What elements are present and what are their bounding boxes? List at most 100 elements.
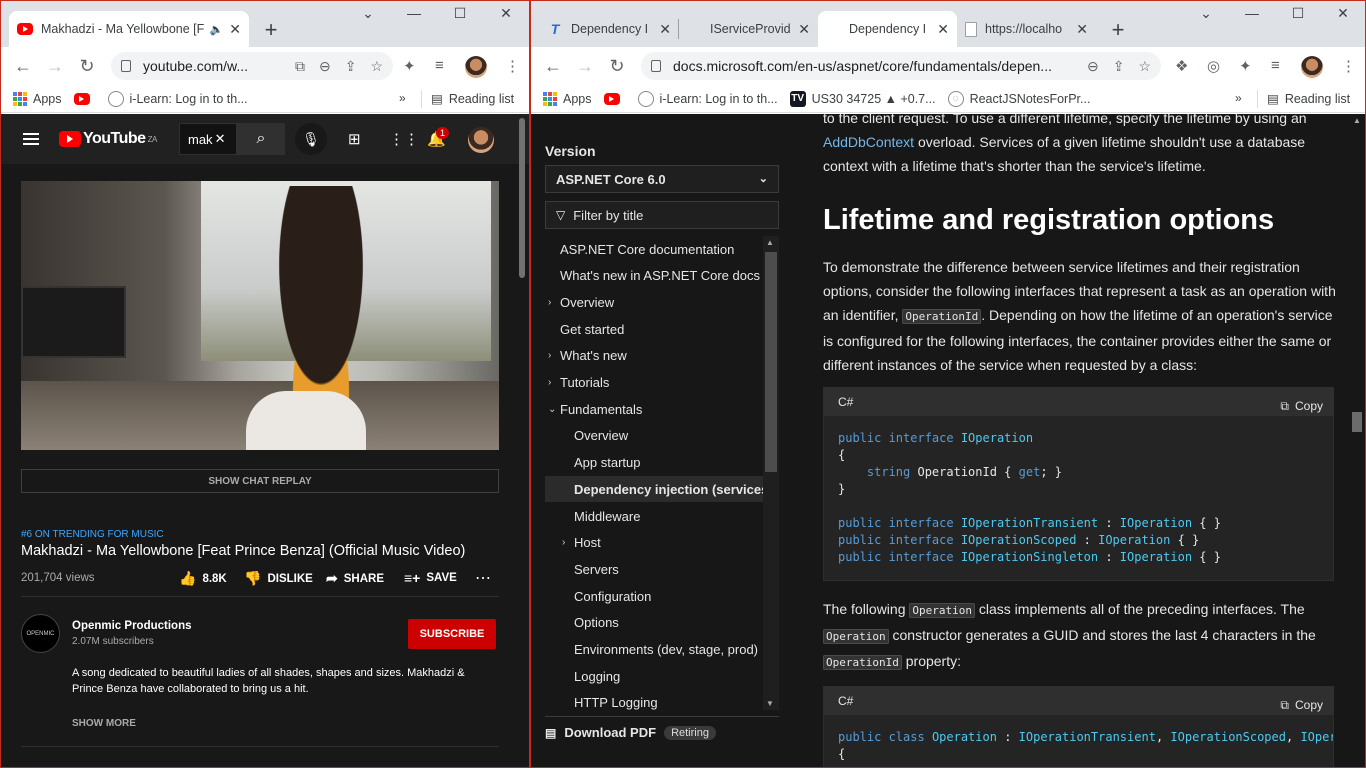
maximize-button[interactable]: ☐ — [445, 5, 475, 22]
tab-localhost[interactable]: https://localho ✕ — [957, 11, 1096, 47]
voice-search-button[interactable]: 🎙 — [295, 123, 327, 155]
address-bar[interactable]: docs.microsoft.com/en-us/aspnet/core/fun… — [641, 52, 1161, 80]
like-button[interactable]: 👍 8.8K — [179, 570, 227, 587]
tab-search-icon[interactable]: ⌄ — [353, 5, 383, 22]
bookmark-apps[interactable]: Apps — [543, 91, 592, 106]
reload-icon[interactable]: ↻ — [601, 56, 633, 77]
media-control-icon[interactable]: ≡ — [1271, 57, 1280, 74]
show-more-button[interactable]: SHOW MORE — [72, 718, 136, 729]
bookmark-youtube[interactable] — [603, 92, 626, 105]
reading-list-button[interactable]: ▤ Reading list — [1267, 91, 1350, 107]
toc-item[interactable]: HTTP Logging — [545, 690, 763, 710]
toc-item[interactable]: Get started — [545, 316, 763, 342]
close-tab-icon[interactable]: ✕ — [1076, 21, 1088, 38]
star-icon[interactable]: ☆ — [1138, 58, 1151, 75]
trending-link[interactable]: #6 ON TRENDING FOR MUSIC — [21, 529, 164, 540]
page-scroll-thumb[interactable] — [1352, 412, 1362, 432]
toc-item[interactable]: What's new in ASP.NET Core docs — [545, 263, 763, 289]
reading-list-button[interactable]: ▤ Reading list — [431, 91, 514, 107]
toc-item[interactable]: › Tutorials — [545, 370, 763, 396]
bookmark-us30[interactable]: TV US30 34725 ▲ +0.7... — [789, 90, 936, 107]
download-pdf-button[interactable]: ▤ Download PDF Retiring — [545, 716, 779, 740]
chevron-right-icon[interactable]: › — [548, 297, 551, 308]
open-in-icon[interactable]: ⧉ — [295, 58, 305, 75]
extensions-icon[interactable]: ✦ — [403, 57, 416, 75]
star-icon[interactable]: ☆ — [370, 58, 383, 75]
toc-item[interactable]: Overview — [545, 423, 763, 449]
extension-icon[interactable]: ❖ — [1175, 57, 1188, 75]
menu-icon[interactable]: ⋮ — [505, 57, 520, 75]
copy-button[interactable]: ⧉ Copy — [1280, 693, 1323, 717]
scroll-up-icon[interactable]: ▲ — [1353, 116, 1361, 125]
show-chat-replay-button[interactable]: SHOW CHAT REPLAY — [21, 469, 499, 493]
toc-item[interactable]: Dependency injection (services) — [545, 476, 763, 503]
profile-avatar[interactable] — [465, 56, 487, 78]
video-player[interactable] — [21, 181, 499, 450]
hamburger-menu-icon[interactable] — [23, 133, 39, 145]
chevron-right-icon[interactable]: › — [562, 537, 565, 548]
close-tab-icon[interactable]: ✕ — [798, 21, 810, 38]
toc-item[interactable]: › What's new — [545, 343, 763, 369]
reload-icon[interactable]: ↻ — [71, 56, 103, 77]
chevron-right-icon[interactable]: › — [548, 377, 551, 388]
menu-icon[interactable]: ⋮ — [1341, 57, 1356, 75]
youtube-logo[interactable]: YouTube ZA — [59, 130, 157, 148]
more-bookmarks-icon[interactable]: » — [1235, 91, 1242, 105]
close-tab-icon[interactable]: ✕ — [937, 21, 949, 38]
bookmark-ilearn[interactable]: i-Learn: Log in to th... — [107, 90, 248, 107]
close-window-button[interactable]: ✕ — [1328, 5, 1358, 22]
toc-item[interactable]: Logging — [545, 663, 763, 689]
address-bar[interactable]: youtube.com/w... ⧉ ⊖ ⇪ ☆ — [111, 52, 393, 80]
close-tab-icon[interactable]: ✕ — [229, 21, 241, 38]
new-tab-button[interactable]: + — [257, 16, 285, 44]
tab-dependency-injection[interactable]: Dependency I ✕ — [818, 11, 957, 47]
zoom-icon[interactable]: ⊖ — [319, 58, 331, 75]
more-actions-icon[interactable]: ⋯ — [475, 568, 491, 588]
bookmark-reactjs[interactable]: ◌ ReactJSNotesForPr... — [947, 90, 1090, 107]
share-icon[interactable]: ⇪ — [1113, 58, 1125, 75]
channel-avatar[interactable]: OPENMIC — [21, 614, 60, 653]
more-bookmarks-icon[interactable]: » — [399, 91, 406, 105]
close-window-button[interactable]: ✕ — [491, 5, 521, 22]
search-button[interactable]: ⌕ — [237, 123, 285, 155]
forward-icon[interactable]: → — [39, 56, 71, 77]
adddbcontext-link[interactable]: AddDbContext — [823, 134, 914, 150]
bookmark-youtube[interactable] — [73, 92, 96, 105]
extension-circle-icon[interactable]: ◎ — [1207, 57, 1220, 75]
toc-item[interactable]: Configuration — [545, 583, 763, 609]
chevron-down-icon[interactable]: ⌄ — [548, 404, 556, 415]
zoom-icon[interactable]: ⊖ — [1087, 58, 1099, 75]
toc-item[interactable]: App startup — [545, 450, 763, 476]
tab-dependency-typora[interactable]: T Dependency I ✕ — [539, 11, 679, 47]
save-button[interactable]: ≡+ SAVE — [404, 570, 457, 586]
tab-youtube[interactable]: Makhadzi - Ma Yellowbone [F 🔈 ✕ — [9, 11, 249, 47]
tab-iserviceprovider[interactable]: IServiceProvid ✕ — [679, 11, 818, 47]
create-video-icon[interactable]: ⊞ — [348, 130, 361, 148]
minimize-button[interactable]: — — [399, 5, 429, 21]
page-scrollbar[interactable]: ▲ — [1349, 114, 1365, 767]
toc-item[interactable]: ASP.NET Core documentation — [545, 236, 763, 262]
forward-icon[interactable]: → — [569, 56, 601, 77]
maximize-button[interactable]: ☐ — [1283, 5, 1313, 22]
toc-item[interactable]: Options — [545, 610, 763, 636]
copy-button[interactable]: ⧉ Copy — [1280, 394, 1323, 418]
filter-input[interactable]: ▽ Filter by title — [545, 201, 779, 229]
share-icon[interactable]: ⇪ — [345, 58, 357, 75]
dislike-button[interactable]: 👎 DISLIKE — [244, 570, 313, 587]
scroll-up-icon[interactable]: ▲ — [766, 238, 774, 247]
toc-item[interactable]: Middleware — [545, 503, 763, 529]
toc-item[interactable]: › Host — [545, 530, 763, 556]
account-avatar[interactable] — [468, 127, 494, 153]
media-control-icon[interactable]: ≡ — [435, 57, 444, 74]
extensions-icon[interactable]: ✦ — [1239, 57, 1252, 75]
bookmark-ilearn[interactable]: i-Learn: Log in to th... — [637, 90, 778, 107]
channel-name[interactable]: Openmic Productions — [72, 620, 192, 632]
back-icon[interactable]: ← — [7, 56, 39, 77]
minimize-button[interactable]: — — [1237, 5, 1267, 21]
toc-scroll-thumb[interactable] — [765, 252, 777, 472]
toc-item[interactable]: Environments (dev, stage, prod) — [545, 637, 763, 663]
youtube-search-input[interactable]: mak ✕ — [179, 123, 237, 155]
version-select[interactable]: ASP.NET Core 6.0 ⌄ — [545, 165, 779, 193]
subscribe-button[interactable]: SUBSCRIBE — [408, 619, 496, 649]
tab-search-icon[interactable]: ⌄ — [1191, 5, 1221, 22]
